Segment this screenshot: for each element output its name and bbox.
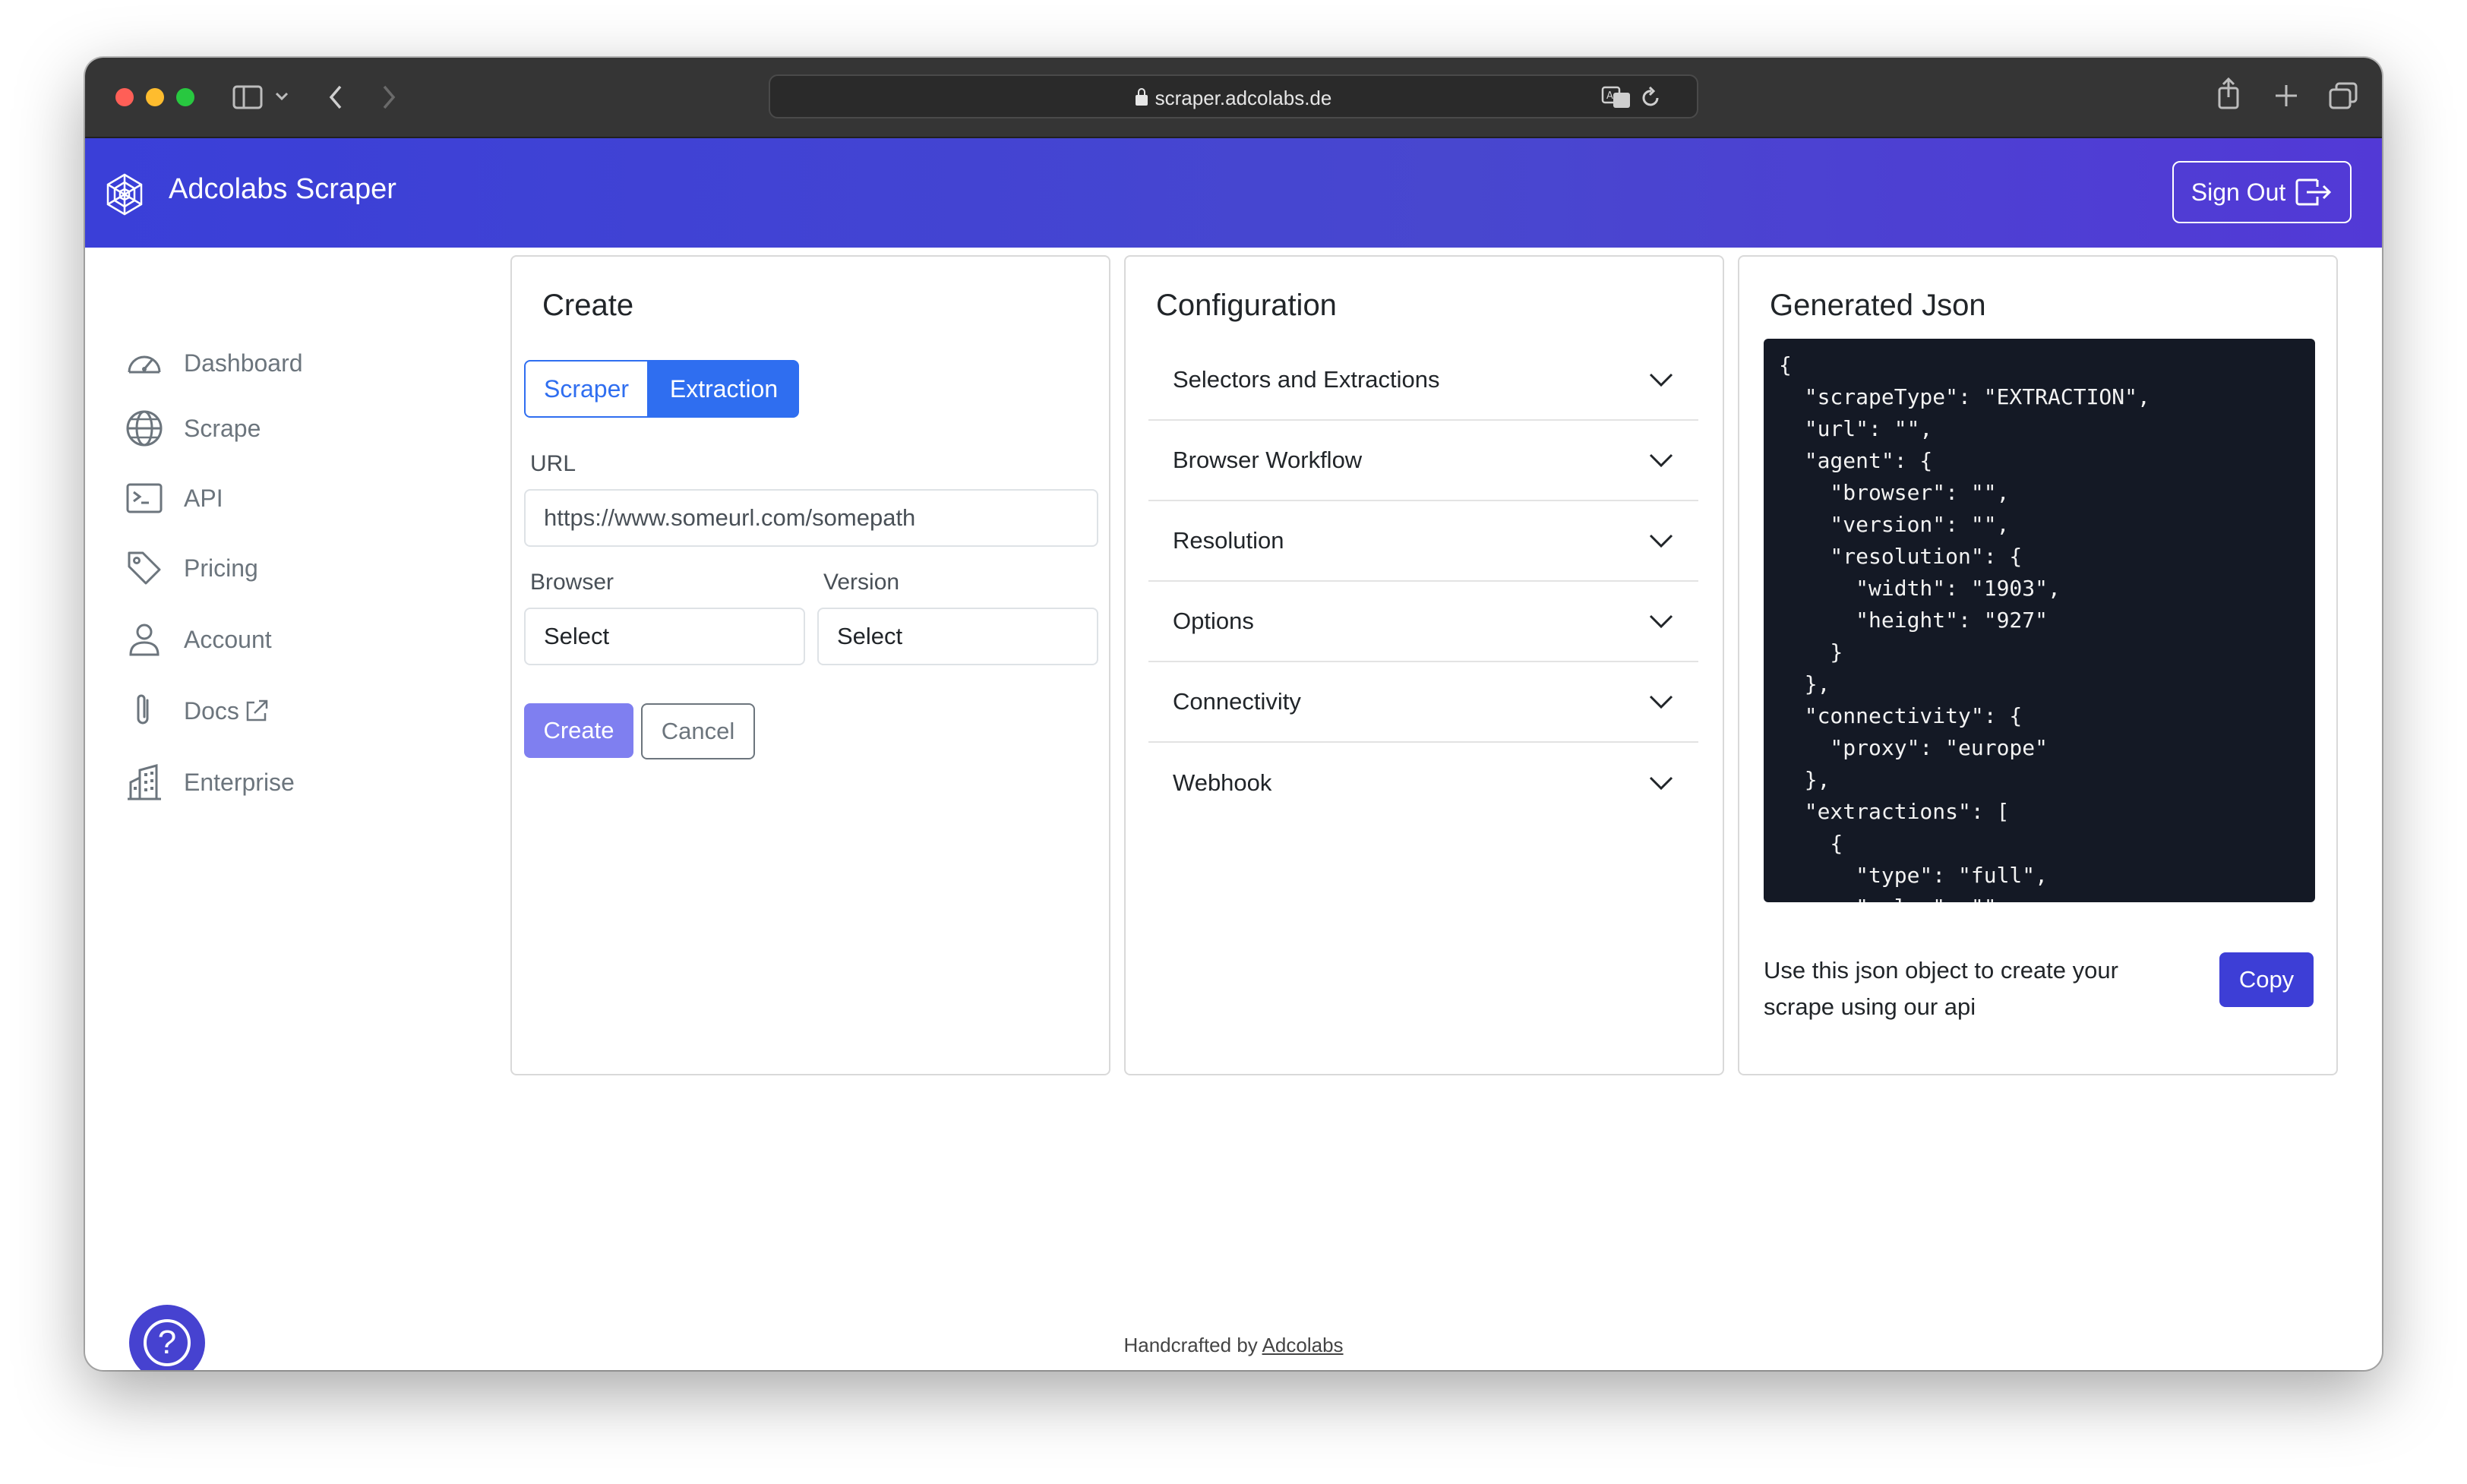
mode-toggle: Scraper Extraction [524, 360, 799, 418]
sidebar-item-api[interactable]: API [125, 475, 223, 521]
building-icon [128, 764, 161, 800]
zoom-window-button[interactable] [176, 88, 194, 106]
chevron-down-icon[interactable] [275, 91, 289, 102]
chevron-down-icon [1649, 776, 1673, 791]
new-tab-icon[interactable] [2274, 84, 2298, 108]
external-link-icon [246, 699, 268, 721]
sidebar-item-label: Pricing [184, 554, 258, 582]
cancel-button[interactable]: Cancel [641, 703, 755, 759]
back-icon[interactable] [327, 82, 345, 112]
app-header: Adcolabs Scraper Sign Out [85, 138, 2382, 248]
accordion-webhook[interactable]: Webhook [1148, 743, 1698, 823]
share-icon[interactable] [2216, 77, 2241, 109]
accordion-label: Browser Workflow [1173, 447, 1363, 473]
address-text: scraper.adcolabs.de [770, 87, 1697, 110]
sign-out-button[interactable]: Sign Out [2172, 161, 2352, 223]
version-select[interactable]: Select [817, 608, 1098, 665]
configuration-card: Configuration Selectors and Extractions … [1124, 255, 1724, 1075]
close-window-button[interactable] [115, 88, 134, 106]
browser-window: scraper.adcolabs.de A Adcolabs Scraper S… [85, 58, 2382, 1370]
sidebar-toggle-icon[interactable] [232, 84, 263, 111]
json-description: Use this json object to create your scra… [1764, 957, 2118, 1020]
accordion-browser-workflow[interactable]: Browser Workflow [1148, 421, 1698, 501]
create-title: Create [542, 289, 634, 322]
address-bar[interactable]: scraper.adcolabs.de A [769, 74, 1698, 118]
json-code-block[interactable]: { "scrapeType": "EXTRACTION", "url": "",… [1764, 339, 2315, 902]
sidebar-item-label: API [184, 484, 223, 512]
spider-web-logo-icon [106, 173, 143, 216]
forward-icon[interactable] [380, 82, 398, 112]
accordion-label: Connectivity [1173, 688, 1301, 715]
minimize-window-button[interactable] [146, 88, 164, 106]
speedometer-icon [128, 355, 161, 374]
sidebar-item-label: Account [184, 625, 272, 653]
json-code-text: { "scrapeType": "EXTRACTION", "url": "",… [1779, 352, 2150, 902]
create-button[interactable]: Create [524, 703, 633, 758]
sidebar-item-label: Enterprise [184, 768, 295, 796]
chevron-down-icon [1649, 695, 1673, 709]
footer-link[interactable]: Adcolabs [1262, 1334, 1344, 1356]
accordion-label: Resolution [1173, 527, 1284, 554]
create-card: Create Scraper Extraction URL https://ww… [510, 255, 1110, 1075]
chevron-down-icon [1649, 614, 1673, 629]
generated-json-card: Generated Json { "scrapeType": "EXTRACTI… [1738, 255, 2338, 1075]
sidebar-item-label: Scrape [184, 414, 261, 442]
accordion-label: Options [1173, 608, 1254, 634]
configuration-title: Configuration [1156, 289, 1337, 322]
sidebar-item-account[interactable]: Account [125, 617, 272, 662]
lock-icon [1135, 88, 1148, 106]
footer-text: Handcrafted by [1123, 1334, 1258, 1356]
box-arrow-right-icon [2295, 178, 2332, 206]
sidebar-item-enterprise[interactable]: Enterprise [125, 759, 295, 805]
person-icon [129, 624, 160, 656]
sidebar-item-docs[interactable]: Docs [125, 688, 270, 734]
copy-button[interactable]: Copy [2219, 952, 2314, 1007]
globe-icon [126, 410, 163, 447]
url-input[interactable]: https://www.someurl.com/somepath [524, 489, 1098, 547]
accordion-selectors-and-extractions[interactable]: Selectors and Extractions [1148, 340, 1698, 421]
chevron-down-icon [1649, 373, 1673, 387]
accordion-options[interactable]: Options [1148, 582, 1698, 662]
tab-scraper[interactable]: Scraper [524, 360, 649, 418]
accordion-label: Selectors and Extractions [1173, 366, 1440, 393]
sidebar-item-dashboard[interactable]: Dashboard [125, 340, 303, 386]
chevron-down-icon [1649, 534, 1673, 548]
url-label: URL [530, 451, 576, 476]
sidebar-item-label: Docs [184, 696, 239, 725]
paperclip-icon [137, 694, 149, 725]
reload-icon[interactable] [1641, 87, 1662, 109]
version-label: Version [823, 570, 900, 595]
sidebar-item-pricing[interactable]: Pricing [125, 545, 258, 591]
footer: Handcrafted by Adcolabs [85, 1334, 2382, 1357]
tab-overview-icon[interactable] [2329, 82, 2358, 109]
svg-text:A: A [1606, 90, 1613, 102]
chevron-down-icon [1649, 453, 1673, 468]
tag-icon [128, 551, 161, 585]
browser-label: Browser [530, 570, 614, 595]
sidebar-item-label: Dashboard [184, 349, 303, 377]
sidebar: Dashboard Scrape API Pricing Account Doc… [85, 248, 495, 1370]
terminal-icon [126, 483, 163, 513]
tab-extraction[interactable]: Extraction [649, 360, 799, 418]
translate-icon[interactable]: A [1601, 85, 1632, 109]
browser-toolbar: scraper.adcolabs.de A [85, 58, 2382, 138]
accordion-label: Webhook [1173, 769, 1272, 796]
generated-json-title: Generated Json [1770, 289, 1986, 322]
accordion-connectivity[interactable]: Connectivity [1148, 662, 1698, 743]
sign-out-label: Sign Out [2191, 178, 2286, 206]
accordion-resolution[interactable]: Resolution [1148, 501, 1698, 582]
brand-title[interactable]: Adcolabs Scraper [169, 173, 396, 206]
sidebar-item-scrape[interactable]: Scrape [125, 406, 261, 451]
browser-select[interactable]: Select [524, 608, 805, 665]
